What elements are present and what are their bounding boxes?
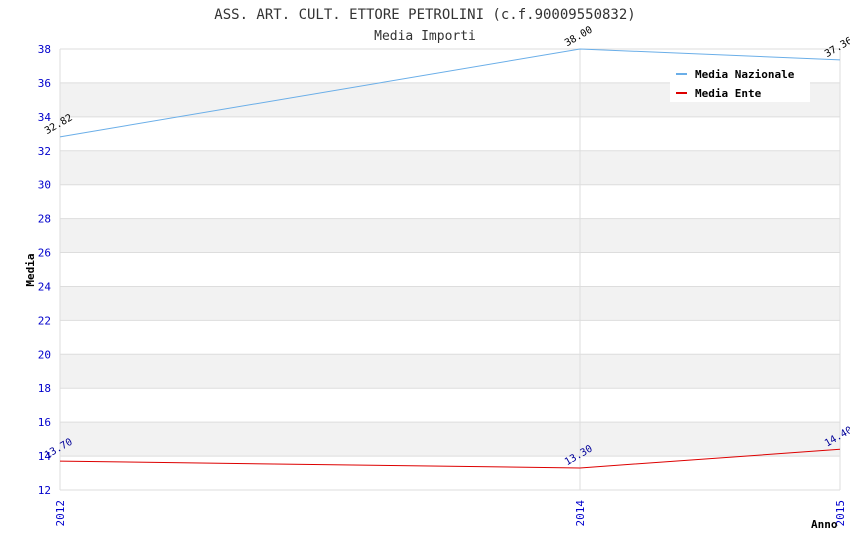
plot-band — [60, 286, 840, 321]
y-tick-label: 16 — [38, 416, 51, 429]
chart-canvas: ASS. ART. CULT. ETTORE PETROLINI (c.f.90… — [24, 7, 850, 531]
x-tick-label: 2012 — [54, 500, 67, 527]
plot-band — [60, 150, 840, 185]
y-tick-label: 26 — [38, 247, 51, 260]
plot-band — [60, 218, 840, 253]
plot-band — [60, 354, 840, 389]
legend: Media Nazionale Media Ente — [670, 60, 810, 102]
y-axis-label: Media — [24, 253, 37, 286]
y-tick-label: 30 — [38, 179, 51, 192]
y-axis-ticks: 1214161820222426283032343638 — [38, 43, 52, 497]
y-tick-label: 22 — [38, 314, 51, 327]
chart-title: ASS. ART. CULT. ETTORE PETROLINI (c.f.90… — [214, 7, 635, 23]
y-tick-label: 12 — [38, 484, 51, 497]
y-tick-label: 18 — [38, 382, 51, 395]
y-tick-label: 32 — [38, 145, 51, 158]
legend-entry-label: Media Ente — [695, 87, 762, 100]
data-label: 38.00 — [563, 25, 595, 50]
plot-bands — [60, 49, 840, 490]
y-tick-label: 20 — [38, 348, 51, 361]
y-tick-label: 34 — [38, 111, 52, 124]
x-axis-label: Anno — [811, 518, 838, 531]
chart-subtitle: Media Importi — [374, 29, 476, 44]
y-tick-label: 38 — [38, 43, 51, 56]
y-tick-label: 36 — [38, 77, 51, 90]
x-tick-label: 2014 — [574, 500, 587, 527]
y-tick-label: 28 — [38, 213, 51, 226]
y-tick-label: 24 — [38, 280, 52, 293]
plot-band — [60, 422, 840, 457]
x-axis-ticks: 2012 2014 2015 — [54, 500, 847, 527]
legend-entry-label: Media Nazionale — [695, 68, 795, 81]
